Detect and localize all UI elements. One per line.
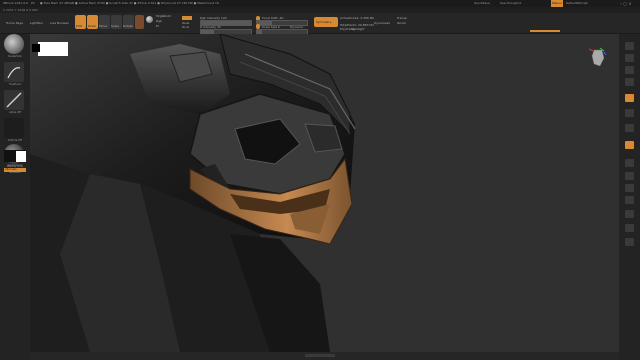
transp-icon[interactable] bbox=[625, 224, 634, 232]
alpha-label: Alpha Off bbox=[9, 111, 21, 114]
bpr-icon[interactable] bbox=[625, 42, 634, 50]
bottom-bar bbox=[30, 352, 619, 360]
scale-button[interactable]: Scale bbox=[111, 15, 122, 29]
floor-icon[interactable] bbox=[625, 109, 634, 117]
switch-color-label[interactable]: SwitchColor bbox=[2, 164, 28, 167]
window-controls[interactable]: – ▢ × bbox=[620, 0, 632, 7]
viewport-canvas[interactable] bbox=[30, 34, 619, 352]
draw-button[interactable]: Draw bbox=[87, 15, 98, 29]
polyf-icon[interactable] bbox=[625, 210, 634, 218]
secondary-color-swatch[interactable] bbox=[16, 151, 26, 162]
xyz-icon[interactable] bbox=[625, 141, 634, 149]
persp-icon[interactable] bbox=[625, 94, 634, 102]
solo-icon[interactable] bbox=[625, 238, 634, 246]
dynamesh-button[interactable]: Dynamesh bbox=[374, 21, 390, 25]
brush-label: SnakeHook bbox=[8, 55, 22, 58]
symmetry-button[interactable]: Symmetry bbox=[314, 17, 338, 27]
texture-icon[interactable] bbox=[4, 118, 24, 138]
shelf-scroll-indicator bbox=[530, 30, 560, 32]
bottom-shelf-handle[interactable] bbox=[305, 354, 335, 357]
stroke-icon[interactable] bbox=[4, 62, 24, 82]
scale-icon[interactable] bbox=[625, 184, 634, 192]
solo-button[interactable]: Transp bbox=[397, 16, 407, 20]
move-icon[interactable] bbox=[625, 172, 634, 180]
move-button[interactable]: Move bbox=[99, 15, 110, 29]
document-name: P4 bbox=[31, 1, 35, 5]
stroke-label: FreeHand bbox=[9, 83, 21, 86]
menus-button[interactable]: Menus bbox=[551, 0, 563, 7]
material-swatch[interactable] bbox=[135, 15, 144, 29]
m-button[interactable]: M bbox=[156, 24, 159, 28]
rotate-icon[interactable] bbox=[625, 196, 634, 204]
spotlight-label: Spotlight bbox=[351, 27, 365, 31]
zcut-button[interactable]: Zcut bbox=[182, 25, 189, 29]
active-points-label: ActivePoints: 3.458 Mil bbox=[340, 16, 375, 20]
home-page-button[interactable]: Home Page bbox=[6, 21, 23, 25]
navigation-gizmo[interactable] bbox=[586, 46, 608, 70]
texture-label: Texture Off bbox=[8, 139, 22, 142]
rotate-button[interactable]: Rotate bbox=[123, 15, 134, 29]
title-bar: ZBrush 2021.6.6 P4 ● Free Mem 47.483GB ●… bbox=[0, 0, 640, 7]
alternate-button[interactable]: Alternate bbox=[4, 168, 26, 172]
frame-icon[interactable] bbox=[625, 159, 634, 167]
spix-icon[interactable] bbox=[625, 54, 634, 62]
see-through-slider[interactable]: See-through 0 bbox=[500, 0, 521, 7]
zoom-icon[interactable] bbox=[625, 66, 634, 74]
rgb-button[interactable]: Rgb bbox=[156, 19, 162, 23]
alpha-icon[interactable] bbox=[4, 90, 24, 110]
zadd-button[interactable]: Zadd bbox=[163, 14, 171, 18]
right-tray bbox=[619, 34, 640, 360]
system-info: ● Free Mem 47.483GB ● Active Mem 9799 ● … bbox=[40, 1, 219, 5]
actual-icon[interactable] bbox=[625, 78, 634, 86]
brush-icon[interactable] bbox=[4, 34, 24, 54]
material-sphere-icon[interactable] bbox=[146, 16, 153, 23]
dynamic-button[interactable]: Dynamic bbox=[290, 25, 303, 29]
zadd-toggle[interactable] bbox=[182, 16, 192, 20]
lightbox-button[interactable]: LightBox bbox=[30, 21, 43, 25]
app-title: ZBrush 2021.6.6 bbox=[3, 1, 29, 5]
default-zscript-button[interactable]: DefaultZScript bbox=[566, 0, 588, 7]
live-boolean-button[interactable]: Live Boolean bbox=[50, 21, 69, 25]
helmet-sculpt bbox=[30, 34, 356, 352]
quicksave-button[interactable]: QuickSave bbox=[474, 0, 490, 7]
edit-button[interactable]: Edit bbox=[75, 15, 86, 29]
ghost-button[interactable]: Ghost bbox=[397, 21, 406, 25]
local-icon[interactable] bbox=[625, 124, 634, 132]
left-tray: SnakeHook FreeHand Alpha Off Texture Off… bbox=[0, 34, 30, 360]
top-shelf: Home Page LightBox Live Boolean Edit Dra… bbox=[0, 13, 640, 35]
